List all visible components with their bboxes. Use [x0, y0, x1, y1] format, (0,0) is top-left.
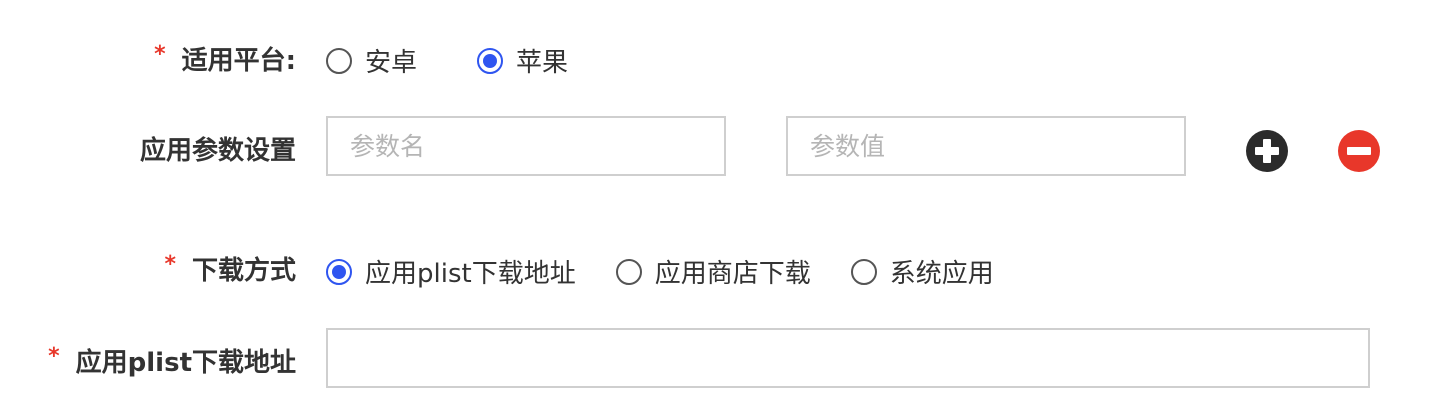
- radio-ios[interactable]: 苹果: [477, 42, 568, 79]
- radio-app-store-label: 应用商店下载: [654, 259, 811, 289]
- required-mark: *: [48, 344, 60, 369]
- params-row: 应用参数设置: [0, 116, 1446, 176]
- platform-row: * 适用平台: 安卓 苹果: [0, 30, 1446, 82]
- add-param-button[interactable]: [1246, 130, 1288, 172]
- remove-param-button[interactable]: [1338, 130, 1380, 172]
- radio-android-label: 安卓: [365, 48, 418, 78]
- radio-plist[interactable]: 应用plist下载地址: [326, 253, 576, 290]
- radio-circle[interactable]: [615, 258, 642, 285]
- radio-ios-label: 苹果: [516, 48, 569, 78]
- plist-url-input[interactable]: [326, 328, 1370, 388]
- param-name-input[interactable]: [326, 116, 726, 176]
- minus-circle-icon: [1338, 130, 1380, 172]
- radio-system-app-label: 系统应用: [889, 259, 994, 289]
- radio-circle[interactable]: [477, 47, 504, 74]
- param-value-input[interactable]: [786, 116, 1186, 176]
- radio-system-app[interactable]: 系统应用: [850, 253, 994, 290]
- radio-app-store[interactable]: 应用商店下载: [615, 253, 811, 290]
- radio-circle[interactable]: [326, 47, 352, 74]
- platform-label-text: 适用平台:: [181, 46, 296, 76]
- download-row: * 下载方式 应用plist下载地址 应用商店下载 系统应用: [0, 248, 1446, 292]
- platform-label: * 适用平台:: [154, 40, 296, 77]
- radio-circle[interactable]: [326, 258, 352, 285]
- radio-android[interactable]: 安卓: [326, 42, 417, 79]
- download-label: * 下载方式: [164, 250, 296, 287]
- plus-circle-icon: [1246, 130, 1288, 172]
- download-radio-group: 应用plist下载地址 应用商店下载 系统应用: [326, 253, 994, 290]
- required-mark: *: [164, 252, 176, 277]
- params-label-text: 应用参数设置: [139, 136, 296, 166]
- radio-circle[interactable]: [850, 258, 877, 285]
- params-label: 应用参数设置: [140, 130, 296, 167]
- plist-label: * 应用plist下载地址: [48, 342, 296, 379]
- plist-label-text: 应用plist下载地址: [75, 348, 296, 378]
- plist-row: * 应用plist下载地址: [0, 328, 1446, 388]
- platform-radio-group: 安卓 苹果: [326, 42, 568, 79]
- radio-plist-label: 应用plist下载地址: [365, 259, 576, 289]
- required-mark: *: [154, 42, 166, 67]
- download-label-text: 下载方式: [191, 256, 296, 286]
